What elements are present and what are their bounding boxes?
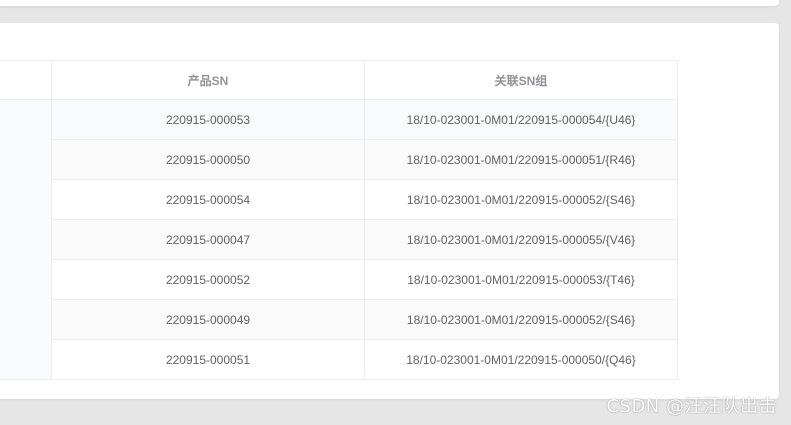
row-left-cell bbox=[0, 340, 52, 380]
sn-table: 产品SN 关联SN组 220915-000053 18/10-023001-0M… bbox=[0, 60, 678, 380]
table-row[interactable]: 220915-000052 18/10-023001-0M01/220915-0… bbox=[0, 260, 678, 300]
table-row[interactable]: 220915-000053 18/10-023001-0M01/220915-0… bbox=[0, 100, 678, 140]
cell-product-sn: 220915-000047 bbox=[52, 220, 365, 260]
table-card: 产品SN 关联SN组 220915-000053 18/10-023001-0M… bbox=[0, 23, 779, 399]
cell-product-sn: 220915-000051 bbox=[52, 340, 365, 380]
table-header-row: 产品SN 关联SN组 bbox=[0, 60, 678, 100]
cell-related-sn-group: 18/10-023001-0M01/220915-000052/{S46} bbox=[365, 180, 678, 220]
header-cell-product-sn[interactable]: 产品SN bbox=[52, 60, 365, 100]
table-row[interactable]: 220915-000051 18/10-023001-0M01/220915-0… bbox=[0, 340, 678, 380]
cell-related-sn-group: 18/10-023001-0M01/220915-000053/{T46} bbox=[365, 260, 678, 300]
row-left-cell bbox=[0, 300, 52, 340]
row-left-cell bbox=[0, 140, 52, 180]
table-row[interactable]: 220915-000054 18/10-023001-0M01/220915-0… bbox=[0, 180, 678, 220]
table-row[interactable]: 220915-000049 18/10-023001-0M01/220915-0… bbox=[0, 300, 678, 340]
cell-product-sn: 220915-000053 bbox=[52, 100, 365, 140]
cell-related-sn-group: 18/10-023001-0M01/220915-000054/{U46} bbox=[365, 100, 678, 140]
table-row[interactable]: 220915-000050 18/10-023001-0M01/220915-0… bbox=[0, 140, 678, 180]
row-left-cell bbox=[0, 100, 52, 140]
top-card bbox=[0, 0, 779, 6]
cell-product-sn: 220915-000050 bbox=[52, 140, 365, 180]
cell-product-sn: 220915-000054 bbox=[52, 180, 365, 220]
cell-product-sn: 220915-000052 bbox=[52, 260, 365, 300]
cell-related-sn-group: 18/10-023001-0M01/220915-000052/{S46} bbox=[365, 300, 678, 340]
row-left-cell bbox=[0, 180, 52, 220]
cell-related-sn-group: 18/10-023001-0M01/220915-000051/{R46} bbox=[365, 140, 678, 180]
csdn-watermark: CSDN @汪汪队出击 bbox=[606, 396, 777, 417]
header-cell-left bbox=[0, 60, 52, 100]
header-cell-related-sn-group[interactable]: 关联SN组 bbox=[365, 60, 678, 100]
cell-related-sn-group: 18/10-023001-0M01/220915-000050/{Q46} bbox=[365, 340, 678, 380]
cell-related-sn-group: 18/10-023001-0M01/220915-000055/{V46} bbox=[365, 220, 678, 260]
table-row[interactable]: 220915-000047 18/10-023001-0M01/220915-0… bbox=[0, 220, 678, 260]
row-left-cell bbox=[0, 220, 52, 260]
row-left-cell bbox=[0, 260, 52, 300]
cell-product-sn: 220915-000049 bbox=[52, 300, 365, 340]
